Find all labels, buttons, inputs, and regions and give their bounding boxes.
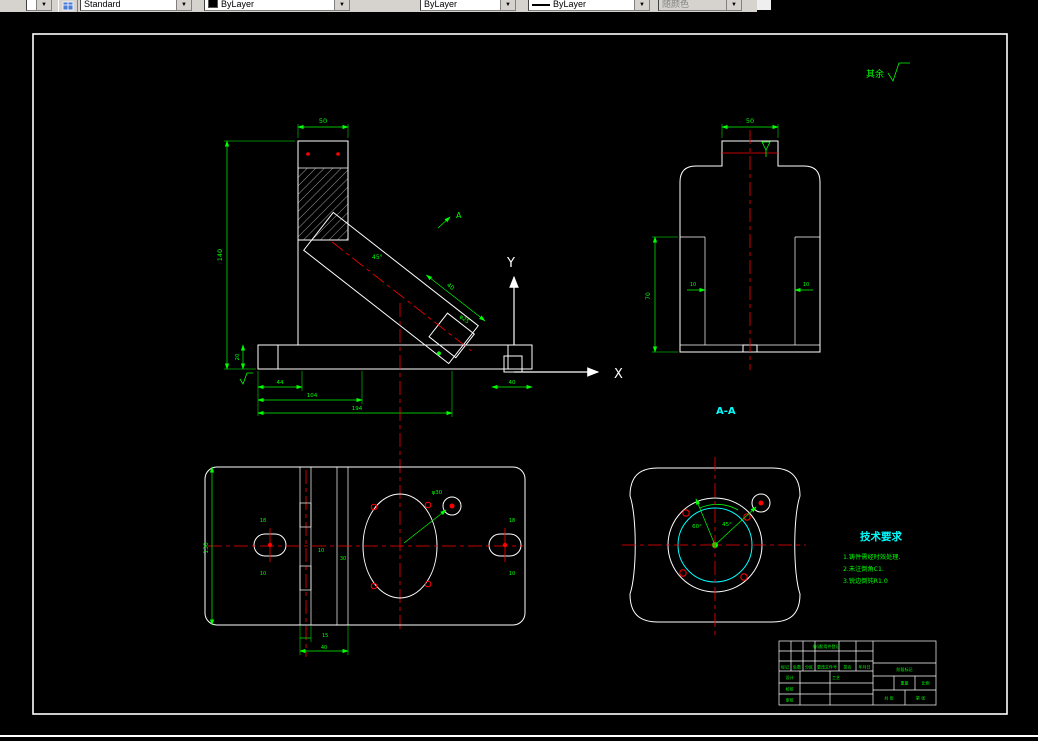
titleblock-label: 更改文件号 <box>817 664 837 670</box>
titleblock-label: 处数 <box>793 664 801 670</box>
bolt-hole <box>682 509 690 517</box>
lineweight-control-value: ByLayer <box>553 0 587 9</box>
titleblock-label: 重量 <box>901 680 909 686</box>
dim-label: 70 <box>645 292 652 300</box>
top-toolbar: ▼ Standard ▼ ByLayer ▼ ByLayer ▼ ByLayer… <box>0 0 1038 12</box>
titleblock-label: 设计 <box>786 674 794 680</box>
dim-label: φ30 <box>432 490 443 496</box>
dim-label: 18 <box>509 518 515 524</box>
bolt-hole <box>424 580 432 588</box>
section-cut-label: A <box>456 211 462 220</box>
titleblock-label: 校核 <box>786 686 794 692</box>
layers-icon <box>62 1 74 11</box>
ucs-icon: Y X <box>503 256 623 382</box>
tech-req-title: 技术要求 <box>860 530 902 543</box>
hole-center-mark <box>306 152 310 156</box>
titleblock-label: 标记 <box>781 664 789 670</box>
datum-triangle-icon <box>761 141 771 151</box>
axis-x-label: X <box>614 367 623 382</box>
dim-label: 45° <box>722 522 732 528</box>
dim-label: 40 <box>509 380 516 386</box>
chevron-down-icon[interactable]: ▼ <box>634 0 649 10</box>
dim-label: φ25 <box>458 314 470 326</box>
toolbar-notch <box>757 0 771 10</box>
dim-label: 40 <box>445 282 455 292</box>
tech-req-item: 2.未注倒角C1. <box>843 565 884 573</box>
model-space-canvas[interactable]: 其余 40 φ25 A 45° 50 140 20 44 104 194 40 … <box>0 12 1038 741</box>
section-view: 45° 60° <box>622 457 806 636</box>
chevron-down-icon[interactable]: ▼ <box>176 0 191 10</box>
titleblock-label: 审核 <box>786 697 794 703</box>
layer-state-combo[interactable]: ▼ <box>26 0 52 11</box>
color-control-combo[interactable]: ByLayer ▼ <box>204 0 350 11</box>
bolt-hole <box>679 569 687 577</box>
titleblock-label: 签名 <box>844 664 852 670</box>
technical-requirements: 技术要求 1.铸件需经时效处理. 2.未注倒角C1. 3.锐边倒钝R1.0 <box>843 530 902 585</box>
chevron-down-icon: ▼ <box>726 0 741 10</box>
hole-center-mark <box>336 152 340 156</box>
color-swatch-icon <box>208 0 218 8</box>
titleblock-label: 阶段标记 <box>897 666 913 672</box>
plotstyle-control-value: 随颜色 <box>662 0 690 9</box>
dim-label: 104 <box>307 393 318 399</box>
dim-label: 130 <box>203 542 210 554</box>
titleblock-label: 工艺 <box>832 675 840 680</box>
lineweight-sample-icon <box>532 4 550 6</box>
color-control-value: ByLayer <box>221 0 255 9</box>
titleblock-label: 借(通)用件登记 <box>812 643 839 649</box>
dim-label: 140 <box>216 249 224 261</box>
plan-view: φ30 130 18 10 10 30 18 10 15 40 <box>203 466 526 655</box>
layer-manager-button[interactable] <box>58 0 78 12</box>
plotstyle-control-combo: 随颜色 ▼ <box>658 0 742 11</box>
dim-label: 45° <box>372 254 383 261</box>
titleblock-label: 共 张 <box>884 695 893 701</box>
drawing-svg[interactable]: 其余 40 φ25 A 45° 50 140 20 44 104 194 40 … <box>0 12 1038 741</box>
dim-label: 10 <box>260 571 266 577</box>
roughness-symbol-icon <box>887 62 910 82</box>
dim-label: 30 <box>340 556 346 562</box>
lineweight-control-combo[interactable]: ByLayer ▼ <box>528 0 650 11</box>
dim-label: 20 <box>235 353 241 360</box>
linetype-control-combo[interactable]: ByLayer ▼ <box>420 0 516 11</box>
roughness-symbol-icon <box>239 372 253 385</box>
surface-finish-note: 其余 <box>866 62 910 82</box>
chevron-down-icon[interactable]: ▼ <box>500 0 515 10</box>
text-style-value: Standard <box>84 0 121 9</box>
dim-label: 194 <box>352 406 363 412</box>
dim-label: 50 <box>319 117 327 125</box>
tech-req-item: 1.铸件需经时效处理. <box>843 553 900 561</box>
titleblock-label: 比例 <box>922 680 930 686</box>
centerlines <box>305 303 401 657</box>
text-style-combo[interactable]: Standard ▼ <box>80 0 192 11</box>
titleblock-label: 年月日 <box>859 664 871 670</box>
dim-label: 50 <box>746 117 754 125</box>
bolt-hole <box>740 573 748 581</box>
bolt-hole <box>424 501 432 509</box>
titleblock-label: 第 张 <box>916 695 925 701</box>
dim-label: 10 <box>509 571 515 577</box>
dim-label: 18 <box>260 518 266 524</box>
linetype-control-value: ByLayer <box>424 0 458 9</box>
snap-mark <box>436 351 441 356</box>
chevron-down-icon[interactable]: ▼ <box>334 0 349 10</box>
dim-label: 10 <box>803 282 809 288</box>
side-view: 50 70 10 10 A-A <box>645 117 821 417</box>
dim-label: 10 <box>690 282 696 288</box>
paper-frame <box>0 33 1038 737</box>
section-view-label: A-A <box>716 406 736 417</box>
dim-label: 15 <box>322 633 328 639</box>
dim-label: 40 <box>321 645 327 651</box>
dim-label: 44 <box>277 380 284 386</box>
dim-label: 60° <box>692 524 702 530</box>
front-view: 40 φ25 A 45° 50 140 20 44 104 194 40 <box>216 117 533 417</box>
dim-label: 10 <box>318 548 324 554</box>
chevron-down-icon[interactable]: ▼ <box>36 0 51 10</box>
tech-req-item: 3.锐边倒钝R1.0 <box>843 577 888 585</box>
axis-y-label: Y <box>506 256 515 271</box>
titleblock-label: 分区 <box>805 664 813 670</box>
title-block: 借(通)用件登记 标记 处数 分区 更改文件号 签名 年月日 设计 校核 审核 … <box>778 640 937 706</box>
surface-note-text: 其余 <box>866 68 884 80</box>
